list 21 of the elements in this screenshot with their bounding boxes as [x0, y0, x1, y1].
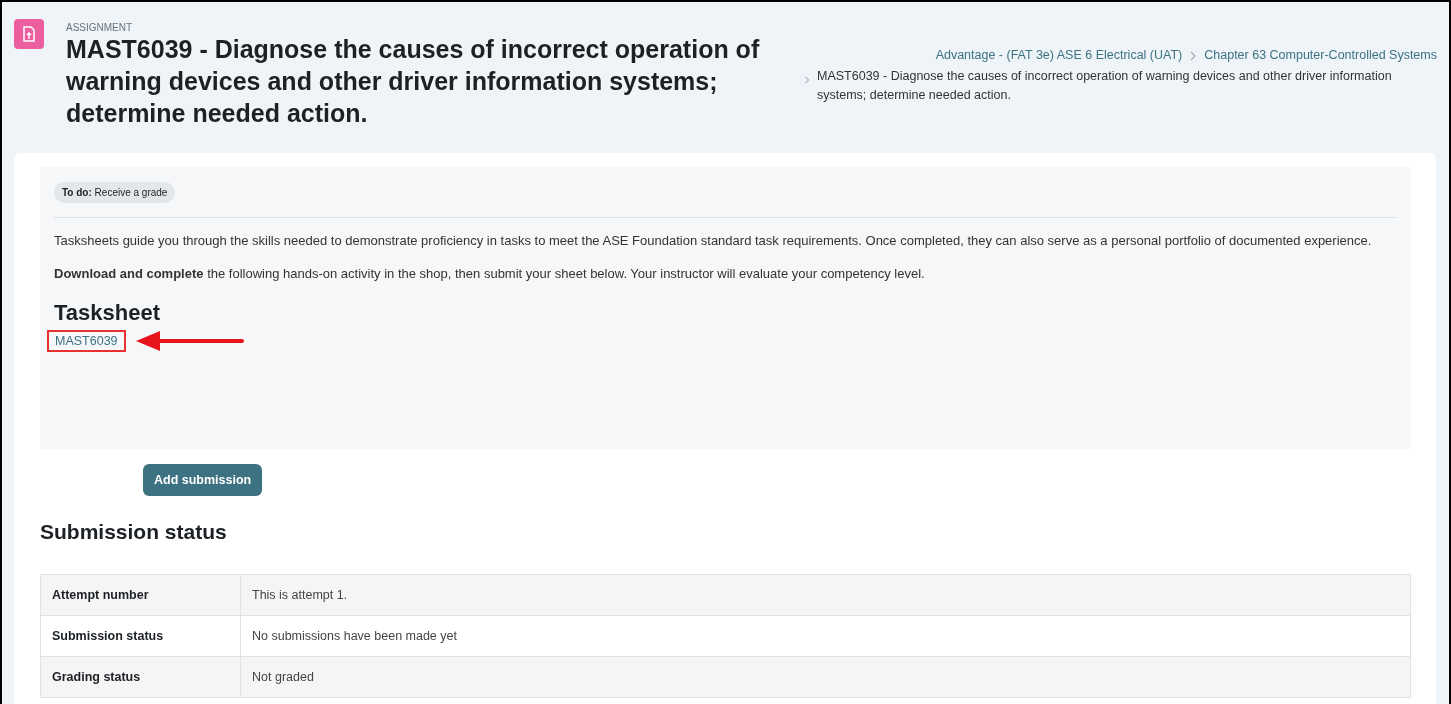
table-header-cell: Attempt number: [40, 574, 241, 616]
table-cell: Not graded: [240, 656, 1411, 698]
table-header-cell: Grading status: [40, 656, 241, 698]
todo-badge: To do: Receive a grade: [54, 182, 176, 203]
breadcrumb-item: MAST6039 - Diagnose the causes of incorrect operation of warning devices and other driver information systems; determine needed action.: [817, 68, 1393, 104]
table-header-cell: Submission status: [40, 615, 241, 657]
table-cell: No submissions have been made yet: [240, 615, 1411, 657]
assignment-icon: [14, 19, 44, 49]
add-submission-button[interactable]: Add submission: [143, 464, 263, 496]
arrow-icon: [134, 330, 244, 352]
description-text: Tasksheets guide you through the skills needed to demonstrate proficiency in tasks to meet the ASE Foundation standard task requirements. Once completed, they can also serve as a personal portfolio of documented experience.: [54, 232, 1373, 250]
tasksheet-link[interactable]: MAST6039: [47, 330, 126, 352]
description-text: Download and complete the following hands-on activity in the shop, then submit your sheet below. Your instructor will evaluate your competency level.: [54, 265, 926, 283]
activity-type-label: ASSIGNMENT: [66, 22, 134, 33]
breadcrumb-link[interactable]: Chapter 63 Computer-Controlled Systems: [1204, 48, 1437, 62]
breadcrumb-link[interactable]: Advantage - (FAT 3e) ASE 6 Electrical (UAT): [935, 48, 1183, 62]
tasksheet-heading: Tasksheet: [54, 300, 161, 326]
page-title: MAST6039 - Diagnose the causes of incorrect operation of warning devices and other driver information systems; determine needed action.: [66, 34, 761, 129]
chevron-icon: [803, 75, 812, 85]
table-cell: This is attempt 1.: [240, 574, 1411, 616]
section-heading: Submission status: [40, 520, 228, 544]
